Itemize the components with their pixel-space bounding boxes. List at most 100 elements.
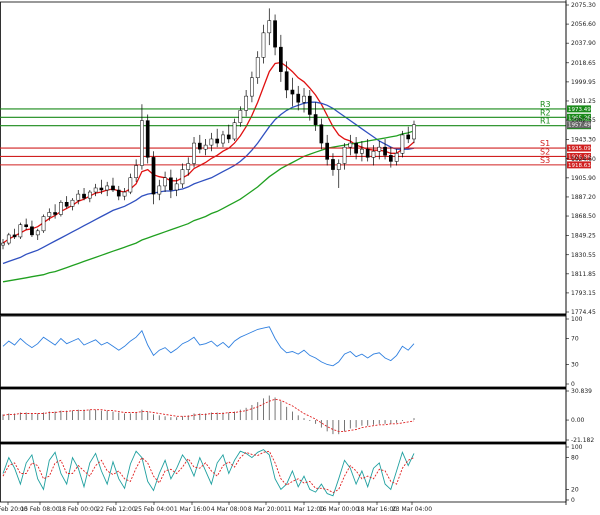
candle-body	[197, 142, 202, 150]
candle-body	[12, 234, 17, 238]
candle-body	[76, 193, 81, 201]
candles	[1, 8, 416, 250]
candle-body	[342, 146, 347, 164]
candle-body	[302, 95, 306, 103]
candle	[348, 134, 353, 156]
time-axis: 12 Feb 20:0015 Feb 08:0018 Feb 00:0022 F…	[0, 502, 432, 513]
candle-body	[1, 242, 5, 246]
candle-body	[394, 153, 399, 162]
candle	[122, 187, 127, 201]
candle-body	[53, 212, 57, 215]
candle	[6, 232, 11, 246]
candle-body	[192, 142, 196, 164]
candle	[336, 159, 341, 188]
candle-body	[209, 138, 214, 146]
moving-average-line-0	[2, 61, 415, 244]
candle	[192, 136, 196, 168]
moving-average-line-2	[2, 130, 415, 283]
level-label-r1: R1	[540, 117, 551, 126]
price-tick-label: 2037.90	[571, 40, 596, 47]
candle	[105, 181, 110, 197]
price-tick-label: 1981.25	[571, 98, 596, 105]
candle-body	[215, 138, 220, 144]
candle-body	[365, 148, 370, 158]
candle-body	[232, 122, 237, 140]
candle	[30, 220, 34, 237]
candle-body	[93, 187, 98, 193]
candle	[400, 130, 405, 158]
candle	[221, 130, 225, 148]
time-tick-label: 25 Feb 04:00	[134, 506, 174, 513]
candle	[250, 71, 254, 103]
price-tick-label: 1849.25	[571, 233, 596, 240]
candle	[365, 138, 370, 162]
candle	[290, 77, 295, 107]
osc1-line	[2, 326, 415, 367]
candle-body	[111, 185, 115, 191]
candle	[87, 190, 92, 203]
price-tick-label: 1999.95	[571, 79, 596, 86]
osc1-tick-label: 100	[571, 316, 583, 323]
candle	[197, 134, 202, 154]
osc3-tick-label: 80	[571, 455, 579, 462]
price-tick-label: 2056.60	[571, 21, 596, 28]
candle-body	[24, 224, 29, 227]
osc3-line-1	[2, 450, 415, 494]
oscillator-2-panel: 30.839 0.00 -21.182	[2, 388, 594, 444]
candle	[151, 151, 156, 205]
oscillator-1-panel: 100 70 30 0	[2, 316, 583, 388]
candle	[342, 143, 347, 170]
candle-body	[307, 95, 312, 115]
price-tick-label: 1943.30	[571, 137, 596, 144]
price-chart[interactable]: R31973.49R21965.26R11957.00S11935.09S219…	[0, 0, 600, 515]
candle	[116, 185, 121, 201]
candle-body	[18, 224, 23, 238]
candle-body	[35, 230, 40, 236]
candle-body	[325, 142, 330, 160]
candle	[59, 200, 63, 217]
osc2-tick-label: 30.839	[571, 388, 592, 395]
candle-body	[169, 177, 173, 191]
candle	[255, 51, 260, 84]
candle-body	[313, 114, 318, 125]
price-tick-label: 2018.65	[571, 60, 596, 67]
candle-body	[267, 20, 272, 34]
level-price-tag-text: 1935.09	[568, 146, 591, 152]
candle-body	[360, 148, 364, 154]
candle-body	[412, 124, 416, 140]
moving-averages	[2, 61, 415, 283]
candle	[394, 149, 399, 166]
candle	[244, 90, 248, 117]
candle-body	[47, 212, 52, 217]
candle	[203, 138, 208, 156]
candle	[145, 114, 150, 164]
candle	[360, 141, 364, 162]
candle-body	[163, 177, 167, 187]
time-tick-label: 22 Feb 12:00	[96, 506, 136, 513]
candle	[64, 196, 69, 209]
candle	[169, 169, 173, 199]
candle-body	[128, 177, 133, 193]
chart-frame	[0, 1, 567, 503]
price-tick-label: 1868.50	[571, 213, 596, 220]
candle-body	[41, 216, 46, 232]
candle	[273, 14, 277, 56]
panel-border-2	[0, 388, 567, 443]
candle-body	[70, 199, 75, 207]
candle-body	[140, 120, 144, 166]
price-tick-label: 1962.55	[571, 117, 596, 124]
osc2-tick-label: 0.00	[571, 417, 585, 424]
candle	[307, 90, 312, 121]
candle-body	[6, 234, 11, 244]
candle-body	[290, 89, 295, 95]
candle	[313, 102, 318, 131]
price-tick-label: 2075.30	[571, 2, 596, 9]
candle-body	[186, 163, 191, 170]
level-price-tag-text: 1973.49	[568, 107, 591, 113]
candle-body	[284, 71, 289, 91]
price-tick-label: 1905.90	[571, 175, 596, 182]
price-tick-label: 1830.55	[571, 252, 596, 259]
candle-body	[279, 46, 283, 72]
candle	[267, 8, 272, 46]
candle-body	[30, 226, 34, 236]
